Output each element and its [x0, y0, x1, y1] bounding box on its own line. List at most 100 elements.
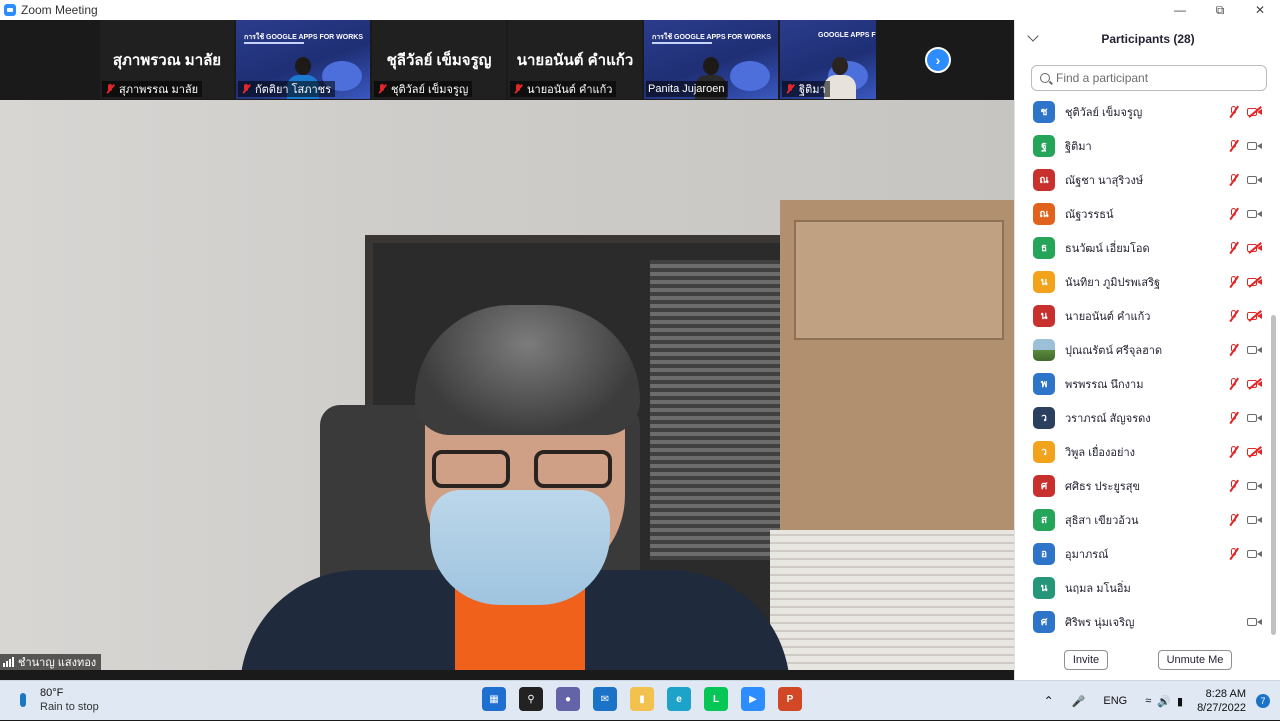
weather-widget[interactable]: 80°F Rain to stop: [20, 687, 99, 713]
participant-row[interactable]: น นันทิยา ภูมิปรพเสริฐ: [1015, 265, 1269, 299]
mic-muted-icon: [376, 83, 388, 95]
mic-muted-icon[interactable]: [1227, 105, 1241, 119]
participant-row[interactable]: ช ชุติวัลย์ เข็มจรูญ: [1015, 95, 1269, 129]
mic-muted-icon[interactable]: [1227, 207, 1241, 221]
participant-row[interactable]: ว วิพูล เยื่องอย่าง: [1015, 435, 1269, 469]
participant-search[interactable]: [1031, 65, 1267, 91]
chevron-down-icon[interactable]: [1027, 30, 1039, 42]
video-tile[interactable]: การใช้ GOOGLE APPS FOR WORKS Panita Juja…: [644, 20, 778, 99]
invite-button[interactable]: Invite: [1064, 650, 1108, 670]
participant-row[interactable]: ฐ ฐิติมา: [1015, 129, 1269, 163]
volume-icon[interactable]: 🔊: [1157, 695, 1171, 708]
video-off-icon[interactable]: [1247, 446, 1263, 458]
video-off-icon[interactable]: [1247, 378, 1263, 390]
mic-muted-icon[interactable]: [1227, 241, 1241, 255]
participant-row[interactable]: พ พรพรรณ นึกงาม: [1015, 367, 1269, 401]
slide-decoration: [730, 61, 770, 91]
line-icon[interactable]: L: [704, 687, 728, 711]
mic-muted-icon[interactable]: [1227, 309, 1241, 323]
video-camera-icon[interactable]: [1247, 174, 1263, 186]
participant-name: ฐิติมา: [1065, 141, 1092, 153]
video-camera-icon[interactable]: [1247, 208, 1263, 220]
video-off-icon[interactable]: [1247, 276, 1263, 288]
participant-row[interactable]: น นฤมล มโนอิ่ม: [1015, 571, 1269, 605]
mic-muted-icon[interactable]: [1227, 513, 1241, 527]
close-icon[interactable]: ✕: [1240, 0, 1280, 20]
mic-muted-icon: [512, 83, 524, 95]
restore-icon[interactable]: ⧉: [1200, 0, 1240, 20]
video-tile[interactable]: การใช้ GOOGLE APPS FOR WORKS กัตติยา โสภ…: [236, 20, 370, 99]
active-speaker-video: [0, 100, 1014, 670]
video-tile[interactable]: สุภาพรวณ มาลัย สุภาพรรณ มาลัย: [100, 20, 234, 99]
battery-icon[interactable]: ▮: [1177, 695, 1183, 708]
participant-row[interactable]: ธ ธนวัฒน์ เอี่ยมโอด: [1015, 231, 1269, 265]
tile-name-label: ฐิติมา: [799, 84, 826, 96]
participant-name: ชุติวัลย์ เข็มจรูญ: [1065, 107, 1143, 119]
video-camera-icon[interactable]: [1247, 480, 1263, 492]
participant-name: วราภรณ์ สัญจรดง: [1065, 413, 1151, 425]
video-off-icon[interactable]: [1247, 106, 1263, 118]
mic-muted-icon[interactable]: [1227, 139, 1241, 153]
participant-row[interactable]: อ อุมาภรณ์: [1015, 537, 1269, 571]
mic-muted-icon[interactable]: [1227, 275, 1241, 289]
video-camera-icon[interactable]: [1247, 140, 1263, 152]
microphone-icon[interactable]: 🎤: [1072, 695, 1086, 708]
unmute-me-button[interactable]: Unmute Me: [1158, 650, 1232, 670]
teams-chat-icon[interactable]: ●: [556, 687, 580, 711]
tile-name-label: Panita Jujaroen: [648, 83, 725, 95]
mic-muted-icon[interactable]: [1227, 411, 1241, 425]
mail-icon[interactable]: ✉: [593, 687, 617, 711]
weather-temp: 80°F: [40, 687, 64, 699]
mic-muted-icon[interactable]: [1227, 547, 1241, 561]
participant-row[interactable]: ปุณณรัตน์ ศรีจุลฮาด: [1015, 333, 1269, 367]
participant-list: ช ชุติวัลย์ เข็มจรูญฐ ฐิติมาณ ณัฐชา นาสุริว…: [1015, 95, 1269, 635]
video-camera-icon[interactable]: [1247, 344, 1263, 356]
minimize-icon[interactable]: —: [1160, 0, 1200, 20]
tile-display-name: ชุลีวัลย์ เข็มจรูญ: [386, 52, 492, 69]
participant-row[interactable]: ณ ณัฐวรรธน์: [1015, 197, 1269, 231]
mic-muted-icon[interactable]: [1227, 173, 1241, 187]
participant-row[interactable]: ศ ศศิธร ประยูรสุข: [1015, 469, 1269, 503]
mic-muted-icon[interactable]: [1227, 343, 1241, 357]
participant-row[interactable]: ว วราภรณ์ สัญจรดง: [1015, 401, 1269, 435]
video-camera-icon[interactable]: [1247, 412, 1263, 424]
video-tile[interactable]: GOOGLE APPS FO ฐิติมา: [780, 20, 876, 99]
participant-name: พรพรรณ นึกงาม: [1065, 379, 1144, 391]
next-page-button[interactable]: ›: [925, 47, 951, 73]
video-camera-icon[interactable]: [1247, 616, 1263, 628]
participant-row[interactable]: ณ ณัฐชา นาสุริวงษ์: [1015, 163, 1269, 197]
participant-row[interactable]: ส สุธิสา เขียวอ้วน: [1015, 503, 1269, 537]
participant-name: นฤมล มโนอิ่ม: [1065, 583, 1131, 595]
video-camera-icon[interactable]: [1247, 548, 1263, 560]
file-explorer-icon[interactable]: ▮: [630, 687, 654, 711]
avatar: อ: [1033, 543, 1055, 565]
video-camera-icon[interactable]: [1247, 514, 1263, 526]
notification-badge[interactable]: 7: [1256, 694, 1270, 708]
windows-start-icon[interactable]: ▦: [482, 687, 506, 711]
participant-row[interactable]: ศ ศิริพร นุ่มเจริญ: [1015, 605, 1269, 635]
edge-icon[interactable]: e: [667, 687, 691, 711]
video-tile[interactable]: ชุลีวัลย์ เข็มจรูญ ชุติวัลย์ เข็มจรูญ: [372, 20, 506, 99]
participant-list-scrollbar[interactable]: [1271, 315, 1276, 635]
zoom-icon[interactable]: ▶: [741, 687, 765, 711]
language-indicator[interactable]: ENG: [1103, 695, 1127, 707]
video-off-icon[interactable]: [1247, 242, 1263, 254]
chevron-up-icon[interactable]: ⌃: [1044, 694, 1054, 708]
avatar: ว: [1033, 441, 1055, 463]
wifi-icon[interactable]: ≈: [1145, 695, 1151, 707]
clock[interactable]: 8:28 AM 8/27/2022: [1197, 687, 1246, 715]
video-off-icon[interactable]: [1247, 310, 1263, 322]
mic-muted-icon[interactable]: [1227, 377, 1241, 391]
search-icon[interactable]: ⚲: [519, 687, 543, 711]
participant-row[interactable]: น นายอนันต์ คำแก้ว: [1015, 299, 1269, 333]
powerpoint-icon[interactable]: P: [778, 687, 802, 711]
window-titlebar: Zoom Meeting — ⧉ ✕: [0, 0, 1280, 20]
mic-muted-icon[interactable]: [1227, 445, 1241, 459]
rain-icon: [20, 693, 26, 707]
avatar: ศ: [1033, 475, 1055, 497]
search-input[interactable]: [1056, 71, 1256, 85]
avatar: ส: [1033, 509, 1055, 531]
taskbar-apps: ▦ ⚲ ● ✉ ▮ e L ▶ P: [482, 687, 802, 711]
video-tile[interactable]: นายอนันต์ คำแก้ว นายอนันต์ คำแก้ว: [508, 20, 642, 99]
mic-muted-icon[interactable]: [1227, 479, 1241, 493]
